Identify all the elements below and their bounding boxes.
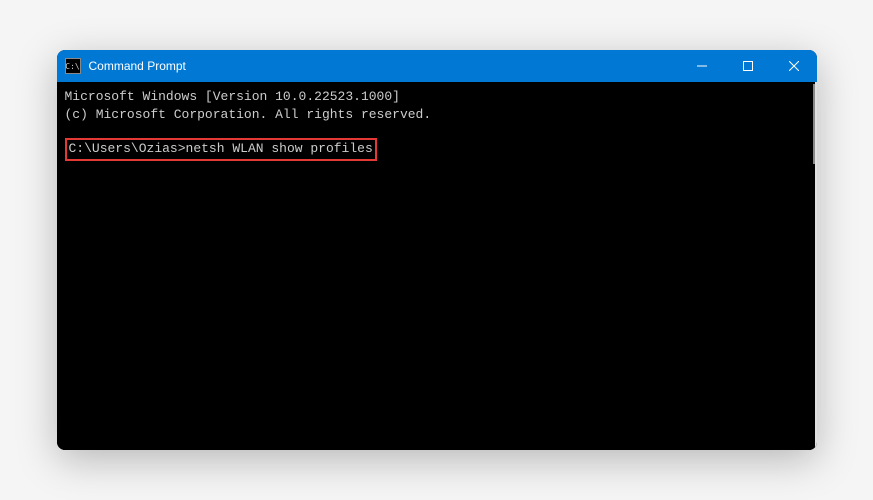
cmd-icon-text: C:\ (65, 62, 79, 71)
maximize-button[interactable] (725, 50, 771, 82)
prompt-text: C:\Users\Ozias> (69, 141, 186, 156)
command-text: netsh WLAN show profiles (186, 141, 373, 156)
terminal-line: (c) Microsoft Corporation. All rights re… (65, 106, 807, 124)
window-title: Command Prompt (89, 59, 679, 73)
command-highlight: C:\Users\Ozias>netsh WLAN show profiles (65, 138, 377, 160)
cmd-icon: C:\ (65, 58, 81, 74)
minimize-icon (697, 61, 707, 71)
terminal-output[interactable]: Microsoft Windows [Version 10.0.22523.10… (57, 82, 817, 450)
titlebar[interactable]: C:\ Command Prompt (57, 50, 817, 82)
minimize-button[interactable] (679, 50, 725, 82)
maximize-icon (743, 61, 753, 71)
command-prompt-window: C:\ Command Prompt Microsoft Wi (57, 50, 817, 450)
window-controls (679, 50, 817, 82)
terminal-line: Microsoft Windows [Version 10.0.22523.10… (65, 88, 807, 106)
scrollbar-thumb[interactable] (813, 84, 815, 164)
prompt-line: C:\Users\Ozias>netsh WLAN show profiles (65, 138, 807, 160)
close-button[interactable] (771, 50, 817, 82)
close-icon (789, 61, 799, 71)
